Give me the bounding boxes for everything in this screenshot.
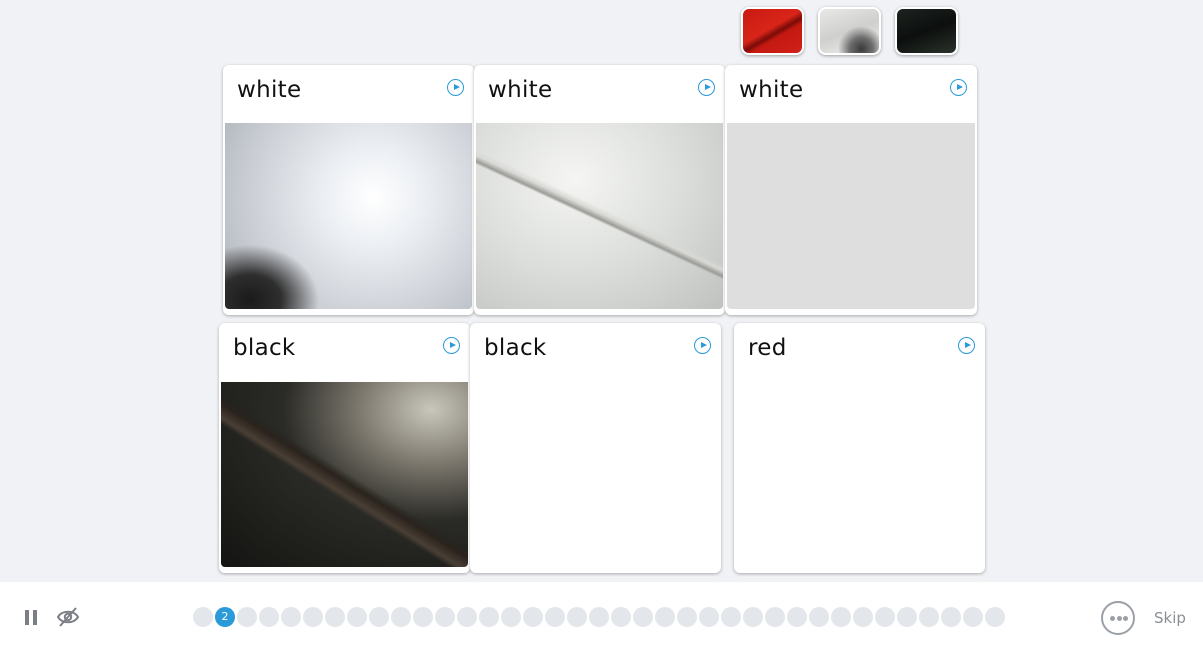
sugar-image — [225, 123, 472, 309]
more-options-button[interactable] — [1101, 601, 1135, 635]
white-feather-thumbnail[interactable] — [818, 7, 881, 55]
progress-dot — [963, 607, 983, 627]
progress-dot — [435, 607, 455, 627]
card-label: red — [748, 335, 787, 361]
word-card-white-empty[interactable]: white — [725, 65, 977, 315]
play-audio-icon[interactable] — [443, 337, 460, 354]
card-label: white — [488, 77, 553, 103]
progress-dot — [369, 607, 389, 627]
play-audio-icon[interactable] — [698, 79, 715, 96]
word-card-white-sugar[interactable]: white — [223, 65, 474, 315]
black-feather-image — [221, 382, 468, 567]
hide-eye-icon[interactable] — [56, 606, 80, 628]
word-card-white-feather[interactable]: white — [474, 65, 725, 315]
progress-dot — [303, 607, 323, 627]
progress-dot — [765, 607, 785, 627]
white-feather-image — [476, 123, 723, 309]
progress-dot — [655, 607, 675, 627]
progress-dot — [347, 607, 367, 627]
progress-dot — [875, 607, 895, 627]
progress-dot — [479, 607, 499, 627]
progress-dot — [677, 607, 697, 627]
progress-dot — [633, 607, 653, 627]
progress-dot — [831, 607, 851, 627]
play-audio-icon[interactable] — [958, 337, 975, 354]
progress-dot-current: 2 — [215, 607, 235, 627]
image-placeholder — [727, 123, 975, 309]
progress-dot — [853, 607, 873, 627]
progress-dot — [919, 607, 939, 627]
progress-dot — [787, 607, 807, 627]
play-audio-icon[interactable] — [950, 79, 967, 96]
card-label: black — [233, 335, 296, 361]
progress-dots: 2 — [193, 607, 1005, 629]
card-label: white — [237, 77, 302, 103]
play-audio-icon[interactable] — [694, 337, 711, 354]
progress-dot — [281, 607, 301, 627]
play-audio-icon[interactable] — [447, 79, 464, 96]
progress-dot — [897, 607, 917, 627]
progress-dot — [611, 607, 631, 627]
progress-dot — [941, 607, 961, 627]
progress-dot — [545, 607, 565, 627]
card-label: white — [739, 77, 804, 103]
word-card-red-blank[interactable]: red — [734, 323, 985, 573]
word-card-black-feather[interactable]: black — [219, 323, 470, 573]
red-fabric-thumbnail[interactable] — [741, 7, 804, 55]
progress-dot — [193, 607, 213, 627]
progress-dot — [391, 607, 411, 627]
progress-dot — [809, 607, 829, 627]
pause-icon[interactable] — [25, 610, 37, 625]
progress-dot — [501, 607, 521, 627]
black-fabric-thumbnail[interactable] — [895, 7, 958, 55]
progress-dot — [985, 607, 1005, 627]
progress-dot — [259, 607, 279, 627]
progress-dot — [413, 607, 433, 627]
progress-dot — [457, 607, 477, 627]
progress-dot — [237, 607, 257, 627]
progress-dot — [699, 607, 719, 627]
skip-button[interactable]: Skip — [1154, 609, 1186, 627]
progress-dot — [567, 607, 587, 627]
progress-dot — [721, 607, 741, 627]
progress-dot — [325, 607, 345, 627]
word-card-black-blank[interactable]: black — [470, 323, 721, 573]
card-label: black — [484, 335, 547, 361]
progress-dot — [589, 607, 609, 627]
progress-dot — [743, 607, 763, 627]
progress-dot — [523, 607, 543, 627]
